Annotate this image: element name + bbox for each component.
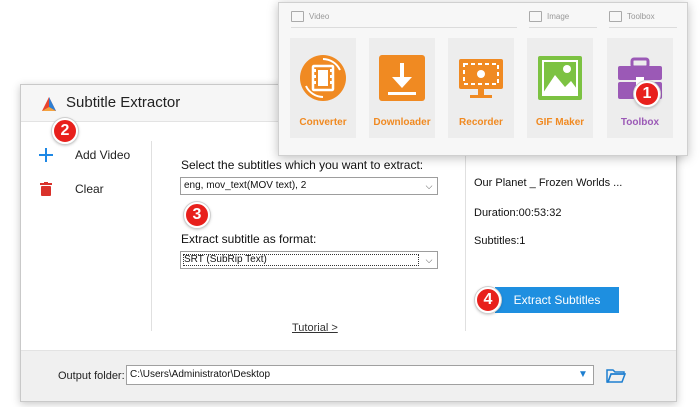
toolbox-section-label: Toolbox [627,12,655,21]
converter-label: Converter [299,117,347,128]
toolbox-window: Video Image Toolbox Converter Downloader… [278,2,688,156]
app-logo-icon [42,97,56,111]
subtitles-count: Subtitles:1 [474,235,526,247]
toolbox-section-header: Toolbox [609,11,655,22]
chevron-down-icon[interactable]: ⌵ [421,178,437,194]
video-section-label: Video [309,12,330,21]
format-label: Extract subtitle as format: [181,232,317,246]
image-section-header: Image [529,11,569,22]
focus-ring [183,254,419,266]
divider [291,27,517,28]
step-4-badge: 4 [475,287,501,313]
trash-icon [37,180,55,198]
plus-icon [37,146,55,164]
screen-record-icon [459,59,503,98]
chevron-down-icon[interactable]: ⌵ [421,252,437,268]
output-folder-field[interactable]: C:\Users\Administrator\Desktop ▼ [126,365,594,385]
downloader-label: Downloader [373,117,431,128]
add-video-label: Add Video [75,148,131,162]
toolbox-label: Toolbox [620,117,660,128]
image-landscape-icon [538,56,582,100]
output-bar: Output folder: C:\Users\Administrator\De… [21,350,676,401]
image-section-icon [529,11,542,22]
toolbox-section-icon [609,11,622,22]
image-section-label: Image [547,12,570,21]
open-folder-icon[interactable] [606,367,626,383]
chevron-down-icon[interactable]: ▼ [575,366,591,384]
divider [529,27,597,28]
file-name: Our Planet _ Frozen Worlds ... [474,177,623,189]
output-folder-path: C:\Users\Administrator\Desktop [130,369,271,380]
sidebar: Add Video Clear [21,122,151,351]
tutorial-link[interactable]: Tutorial > [292,322,338,334]
divider [465,141,466,331]
downloader-tile[interactable]: Downloader [369,38,435,138]
gif-maker-label: GIF Maker [535,117,585,128]
step-3-badge: 3 [184,202,210,228]
film-reel-icon [300,55,346,101]
app-title: Subtitle Extractor [66,94,181,111]
clear-label: Clear [75,182,104,196]
video-section-header: Video [291,11,329,22]
subtitle-track-value: eng, mov_text(MOV text), 2 [184,180,307,191]
output-folder-label: Output folder: [58,370,125,382]
extract-subtitles-button[interactable]: Extract Subtitles [495,287,619,313]
subtitle-track-select[interactable]: eng, mov_text(MOV text), 2 ⌵ [180,177,438,195]
duration-text: Duration:00:53:32 [474,207,562,219]
step-1-badge: 1 [634,81,660,107]
recorder-label: Recorder [459,117,503,128]
converter-tile[interactable]: Converter [290,38,356,138]
select-subtitles-label: Select the subtitles which you want to e… [181,158,424,172]
divider [609,27,677,28]
step-2-badge: 2 [52,118,78,144]
clear-button[interactable]: Clear [37,180,104,198]
divider [151,141,152,331]
video-section-icon [291,11,304,22]
gif-maker-tile[interactable]: GIF Maker [527,38,593,138]
add-video-button[interactable]: Add Video [37,146,130,164]
recorder-tile[interactable]: Recorder [448,38,514,138]
download-arrow-icon [379,55,425,101]
format-select[interactable]: SRT (SubRip Text) ⌵ [180,251,438,269]
